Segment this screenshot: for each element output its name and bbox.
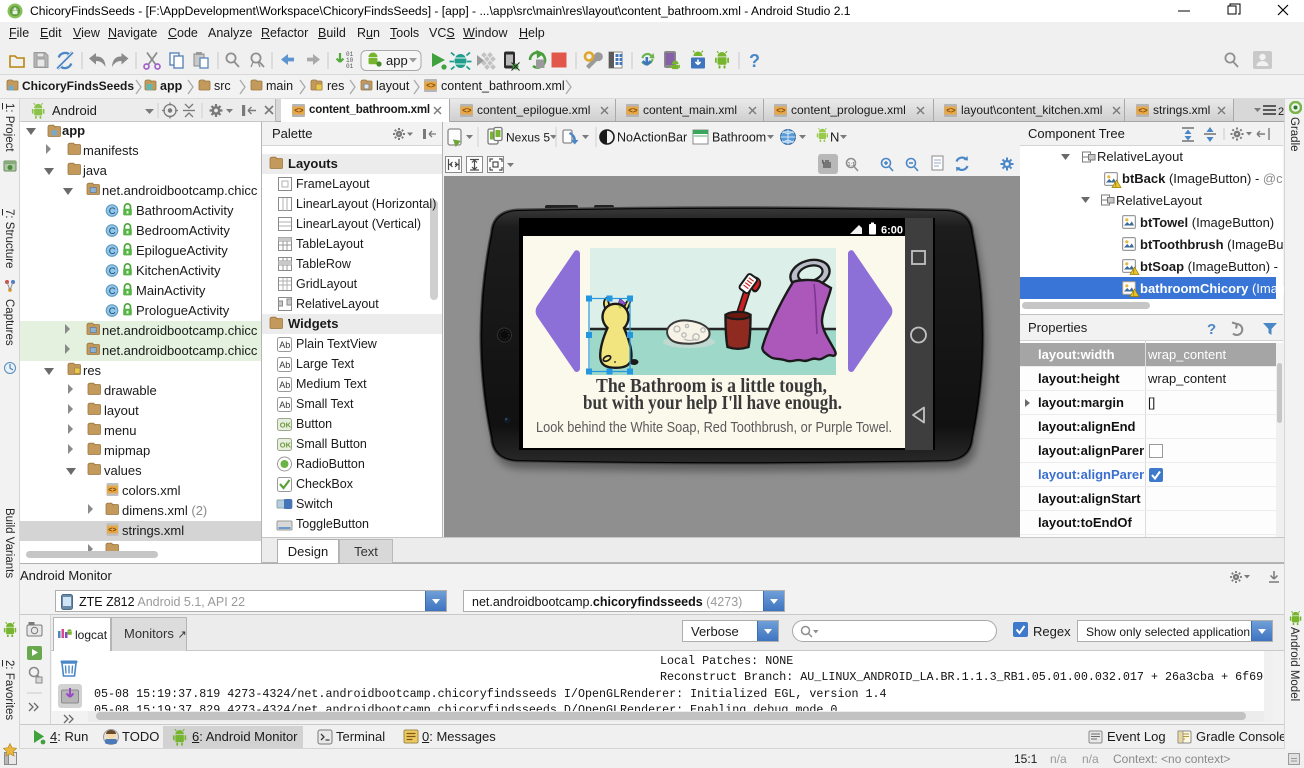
svg-text:app: app xyxy=(386,53,408,68)
svg-text:?: ? xyxy=(749,51,760,71)
svg-text:Nexus 5: Nexus 5 xyxy=(506,131,550,145)
svg-text:NoActionBar: NoActionBar xyxy=(617,131,687,145)
svg-text:01: 01 xyxy=(346,63,354,70)
svg-text:1:1: 1:1 xyxy=(848,162,856,168)
svg-text:Bathroom: Bathroom xyxy=(712,131,766,145)
svg-text:but with your help I'll have e: but with your help I'll have enough. xyxy=(583,392,842,414)
svg-text:Android: Android xyxy=(52,103,97,118)
svg-text:?: ? xyxy=(1207,321,1216,337)
svg-text:Look behind the White Soap, Re: Look behind the White Soap, Red Toothbru… xyxy=(536,420,892,436)
svg-text:N: N xyxy=(830,130,839,145)
svg-text:<>: <> xyxy=(426,81,436,90)
svg-text:6:00: 6:00 xyxy=(881,225,903,237)
